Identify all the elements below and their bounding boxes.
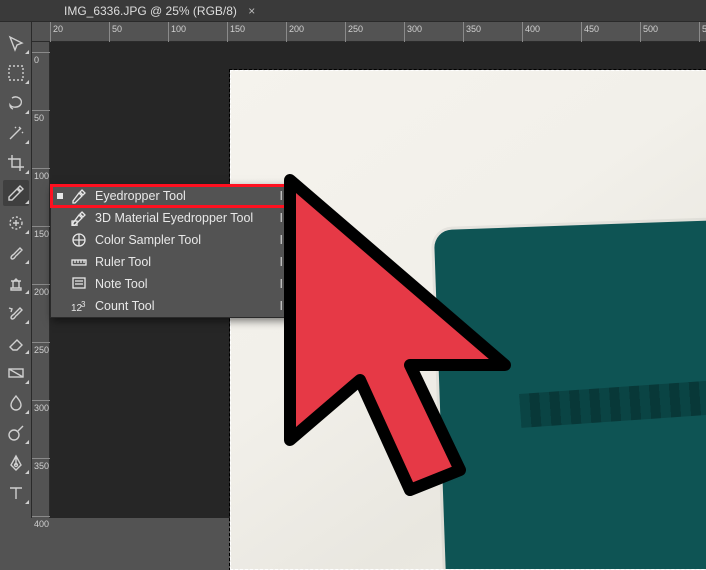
submenu-indicator-icon [25, 140, 29, 144]
ruler-h-tick: 350 [463, 22, 464, 42]
ruler-h-tick: 250 [345, 22, 346, 42]
submenu-indicator-icon [25, 50, 29, 54]
photo-subject-bag [434, 212, 706, 570]
bag-webbing [519, 367, 706, 427]
count-icon: 123 [71, 298, 87, 314]
ruler-h-tick: 20 [50, 22, 51, 42]
flyout-item-ruler[interactable]: Ruler Tool I [51, 251, 291, 273]
submenu-indicator-icon [25, 320, 29, 324]
submenu-indicator-icon [25, 170, 29, 174]
submenu-indicator-icon [25, 110, 29, 114]
flyout-item-count[interactable]: 123 Count Tool I [51, 295, 291, 317]
submenu-indicator-icon [25, 470, 29, 474]
flyout-item-label: Eyedropper Tool [95, 189, 272, 203]
flyout-item-eyedropper[interactable]: Eyedropper Tool I [51, 185, 291, 207]
flyout-item-label: Note Tool [95, 277, 272, 291]
ruler-v-tick: 0 [32, 52, 50, 53]
flyout-item-shortcut: I [280, 277, 283, 291]
ruler-v-tick: 400 [32, 516, 50, 517]
ruler-v-tick: 150 [32, 226, 50, 227]
submenu-indicator-icon [25, 260, 29, 264]
document-tab[interactable]: IMG_6336.JPG @ 25% (RGB/8) × [56, 2, 263, 20]
document-canvas[interactable] [230, 70, 706, 570]
submenu-indicator-icon [25, 500, 29, 504]
document-tab-strip: IMG_6336.JPG @ 25% (RGB/8) × [0, 0, 706, 22]
ruler-h-tick: 150 [227, 22, 228, 42]
ruler-h-tick: 200 [286, 22, 287, 42]
document-tab-title: IMG_6336.JPG @ 25% (RGB/8) [64, 4, 237, 18]
submenu-indicator-icon [25, 290, 29, 294]
ruler-icon [71, 254, 87, 270]
ruler-h-tick: 300 [404, 22, 405, 42]
flyout-item-eyedropper-3d[interactable]: 3D Material Eyedropper Tool I [51, 207, 291, 229]
selected-indicator-icon [57, 193, 63, 199]
flyout-item-label: Count Tool [95, 299, 272, 313]
ruler-h-tick: 500 [640, 22, 641, 42]
submenu-indicator-icon [25, 230, 29, 234]
flyout-item-shortcut: I [280, 189, 283, 203]
ruler-v-tick: 200 [32, 284, 50, 285]
flyout-item-label: 3D Material Eyedropper Tool [95, 211, 272, 225]
close-icon[interactable]: × [248, 4, 255, 18]
submenu-indicator-icon [25, 80, 29, 84]
submenu-indicator-icon [25, 380, 29, 384]
ruler-v-tick: 250 [32, 342, 50, 343]
ruler-v-tick: 100 [32, 168, 50, 169]
submenu-indicator-icon [25, 410, 29, 414]
ruler-h-tick: 100 [168, 22, 169, 42]
eyedropper-icon [71, 188, 87, 204]
flyout-item-label: Ruler Tool [95, 255, 272, 269]
ruler-h-tick: 400 [522, 22, 523, 42]
eyedropper-3d-icon [71, 210, 87, 226]
flyout-item-shortcut: I [280, 255, 283, 269]
flyout-item-shortcut: I [280, 233, 283, 247]
flyout-item-label: Color Sampler Tool [95, 233, 272, 247]
ruler-h-tick: 550 [699, 22, 700, 42]
ruler-horizontal[interactable]: 20 50 100 150 200 250 300 350 400 450 500 550 [32, 22, 706, 42]
ruler-h-tick: 50 [109, 22, 110, 42]
submenu-indicator-icon [25, 200, 29, 204]
note-icon [71, 276, 87, 292]
ruler-v-tick: 50 [32, 110, 50, 111]
tool-panel [0, 22, 32, 518]
flyout-item-color-sampler[interactable]: Color Sampler Tool I [51, 229, 291, 251]
color-sampler-icon [71, 232, 87, 248]
submenu-indicator-icon [25, 440, 29, 444]
eyedropper-flyout-menu: Eyedropper ToolI3D Material Eyedropper T… [50, 184, 292, 318]
ruler-h-tick: 450 [581, 22, 582, 42]
ruler-v-tick: 300 [32, 400, 50, 401]
flyout-item-shortcut: I [280, 299, 283, 313]
submenu-indicator-icon [25, 350, 29, 354]
svg-text:3: 3 [81, 300, 86, 309]
flyout-item-note[interactable]: Note Tool I [51, 273, 291, 295]
ruler-vertical[interactable]: 0 50 100 150 200 250 300 350 400 [32, 42, 50, 518]
ruler-v-tick: 350 [32, 458, 50, 459]
flyout-item-shortcut: I [280, 211, 283, 225]
